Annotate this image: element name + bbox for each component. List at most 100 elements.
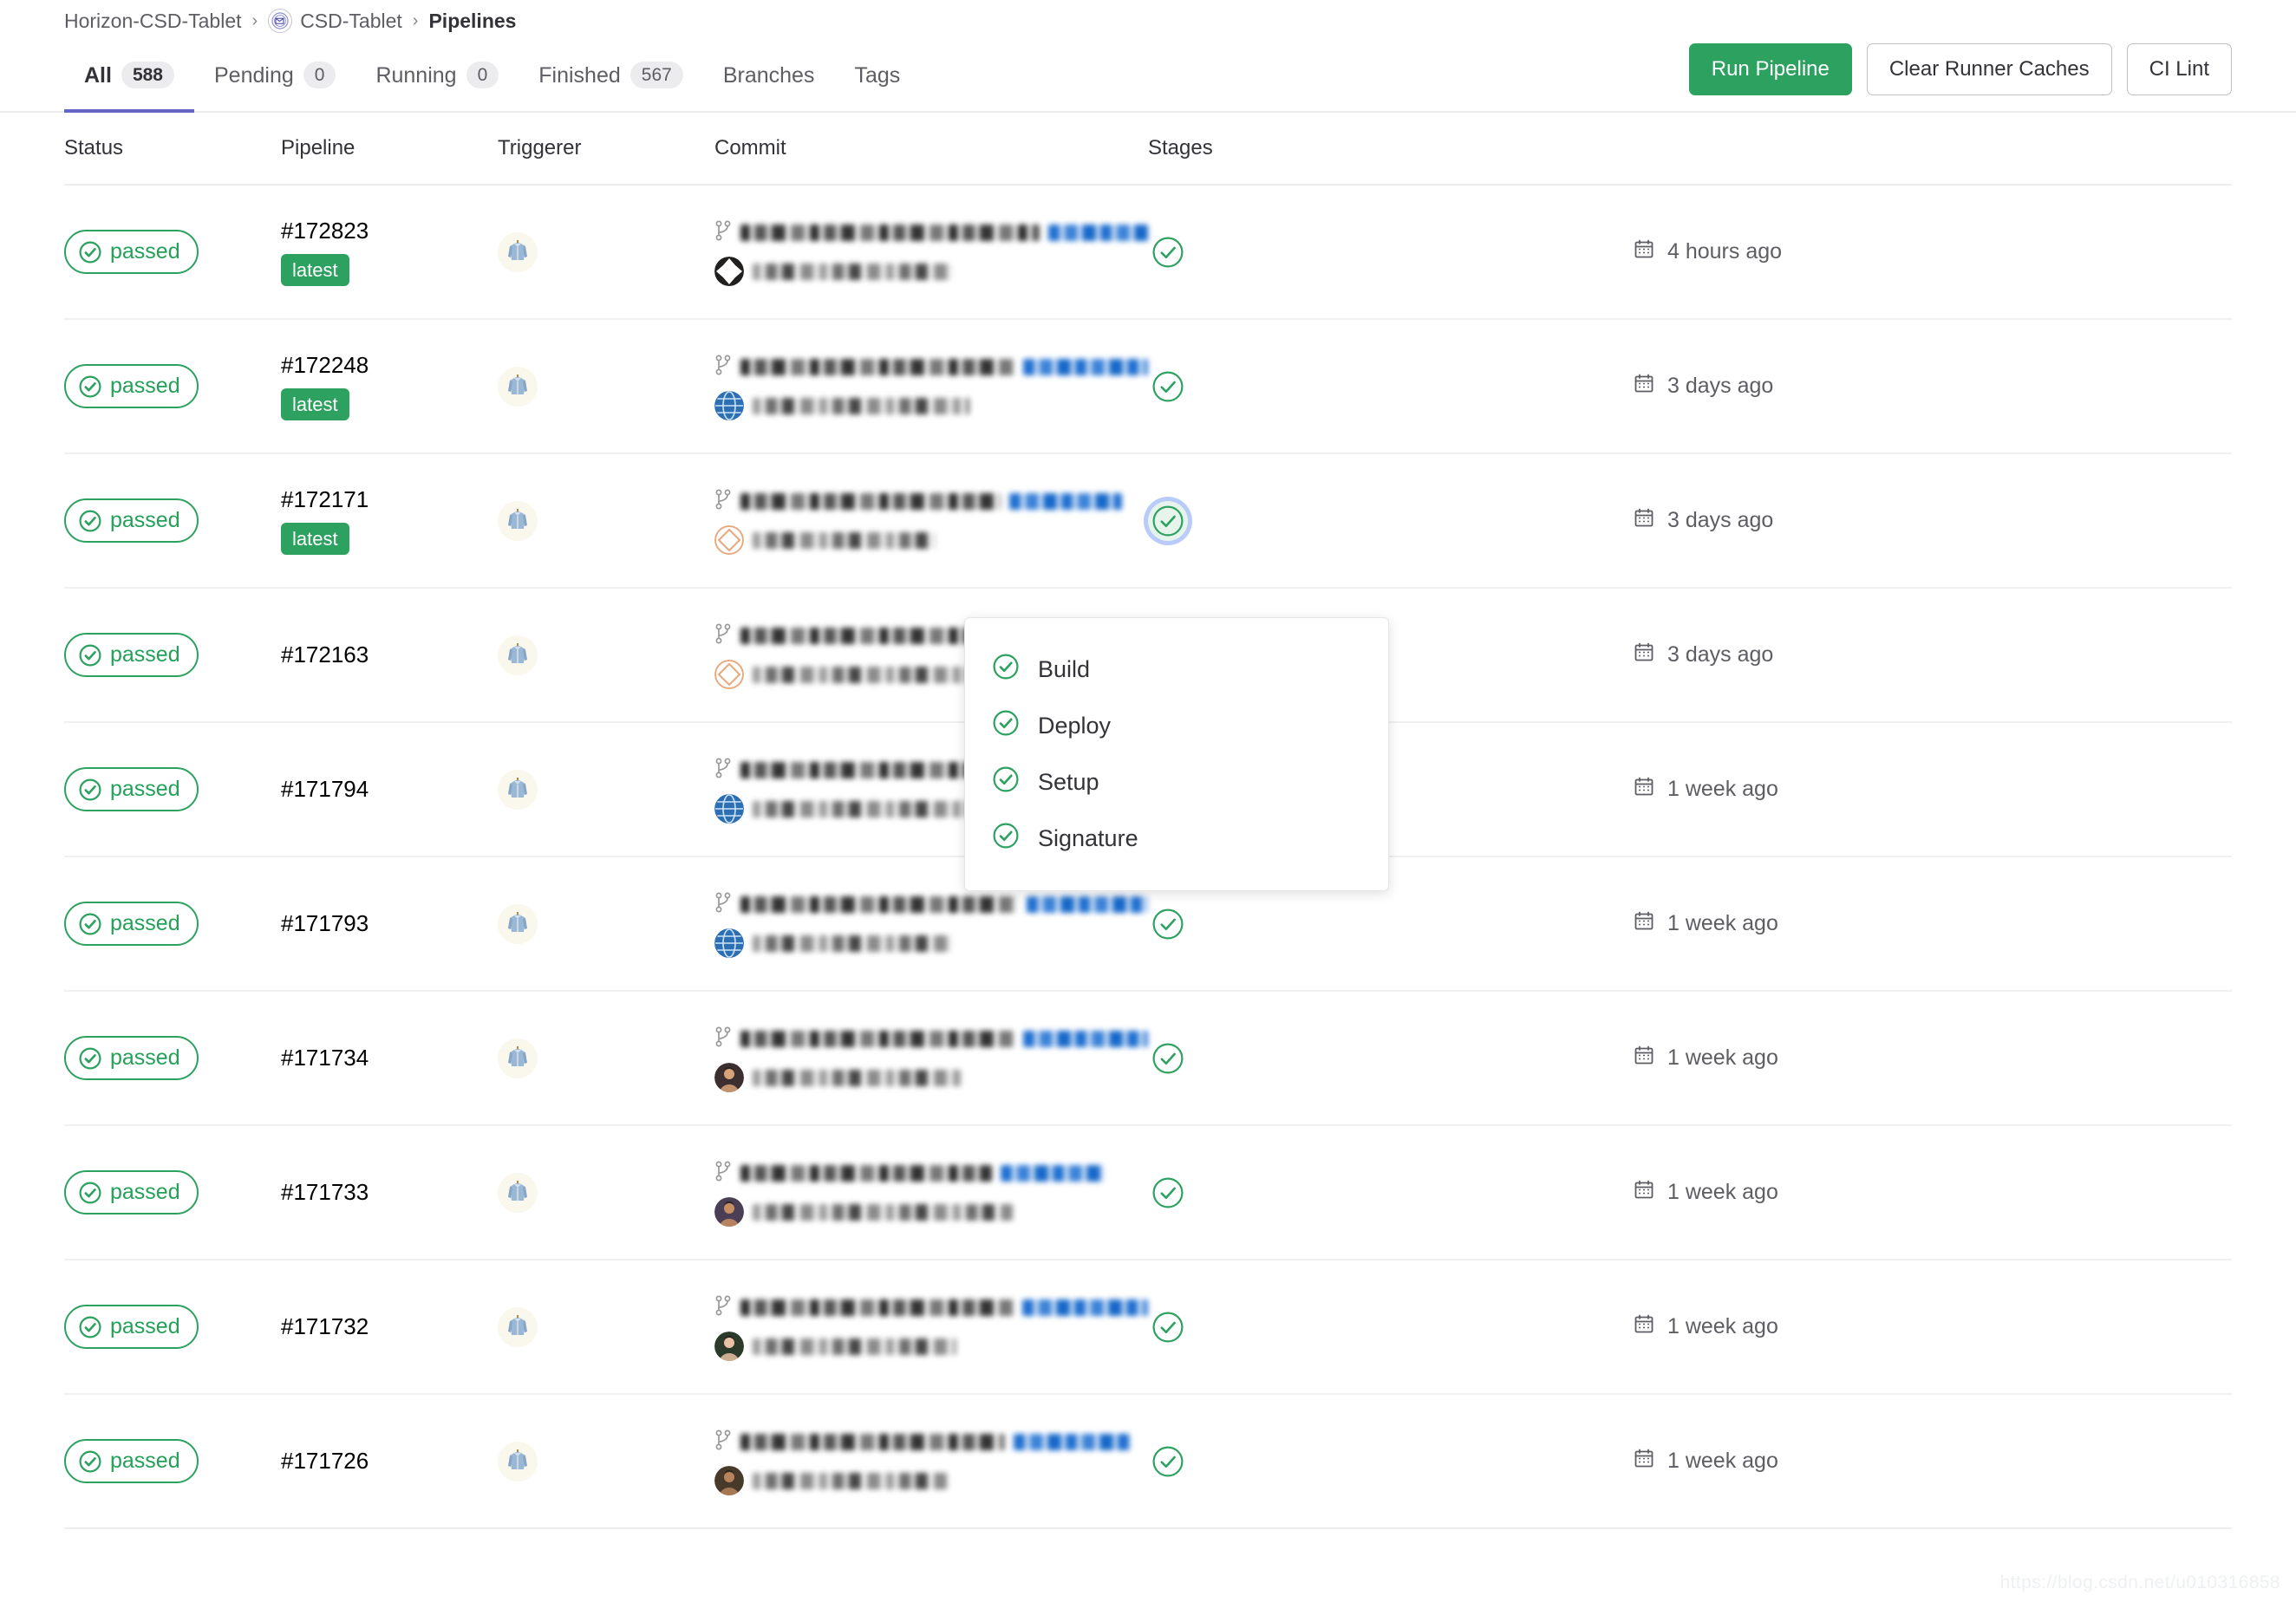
triggerer-avatar[interactable] — [498, 635, 538, 675]
commit-branch-name-redacted[interactable] — [740, 225, 1040, 241]
triggerer-avatar[interactable] — [498, 367, 538, 407]
clear-runner-caches-button[interactable]: Clear Runner Caches — [1867, 43, 2112, 95]
commit-author-avatar[interactable] — [714, 1197, 744, 1227]
table-row[interactable]: passed#1717341 week ago — [64, 992, 2232, 1126]
commit-author-avatar[interactable] — [714, 1332, 744, 1361]
timestamp-cell: 1 week ago — [1634, 1313, 2232, 1340]
commit-message-redacted[interactable] — [753, 264, 952, 280]
triggerer-avatar[interactable] — [498, 232, 538, 272]
calendar-icon — [1634, 373, 1654, 400]
commit-message-redacted[interactable] — [753, 935, 952, 952]
pipeline-id-link[interactable]: #172171 — [281, 486, 498, 513]
commit-message-redacted[interactable] — [753, 1338, 956, 1355]
status-badge[interactable]: passed — [64, 498, 199, 543]
stage-status-icon[interactable] — [1148, 367, 1188, 407]
commit-sha-redacted[interactable] — [1023, 1031, 1148, 1047]
commit-branch-name-redacted[interactable] — [740, 628, 988, 644]
table-row[interactable]: passed#1717261 week ago — [64, 1395, 2232, 1529]
pipeline-id-link[interactable]: #171733 — [281, 1179, 498, 1206]
status-badge[interactable]: passed — [64, 1305, 199, 1349]
commit-author-avatar[interactable] — [714, 391, 744, 420]
triggerer-avatar[interactable] — [498, 1173, 538, 1213]
pipeline-id-link[interactable]: #171726 — [281, 1448, 498, 1475]
pipeline-id-link[interactable]: #171732 — [281, 1313, 498, 1340]
tab-running[interactable]: Running0 — [355, 42, 519, 111]
pipeline-id-link[interactable]: #172248 — [281, 352, 498, 379]
commit-message-line — [714, 1332, 1148, 1361]
triggerer-avatar[interactable] — [498, 904, 538, 944]
ci-lint-button[interactable]: CI Lint — [2127, 43, 2232, 95]
stage-menu-item-build[interactable]: Build — [965, 641, 1388, 698]
commit-message-redacted[interactable] — [753, 1070, 961, 1086]
commit-branch-name-redacted[interactable] — [740, 1434, 1005, 1450]
tab-pending[interactable]: Pending0 — [194, 42, 355, 111]
triggerer-avatar[interactable] — [498, 1442, 538, 1482]
stage-menu-item-signature[interactable]: Signature — [965, 811, 1388, 867]
pipeline-id-link[interactable]: #172823 — [281, 218, 498, 244]
pipeline-id-link[interactable]: #171793 — [281, 910, 498, 937]
stage-menu-item-setup[interactable]: Setup — [965, 754, 1388, 811]
commit-branch-name-redacted[interactable] — [740, 1299, 1014, 1316]
tab-finished[interactable]: Finished567 — [519, 42, 703, 111]
stage-status-icon[interactable] — [1148, 1173, 1188, 1213]
pipeline-id-link[interactable]: #171734 — [281, 1045, 498, 1071]
status-badge[interactable]: passed — [64, 633, 199, 677]
commit-sha-redacted[interactable] — [1027, 896, 1148, 913]
status-badge[interactable]: passed — [64, 364, 199, 408]
commit-message-redacted[interactable] — [753, 1204, 1013, 1221]
commit-author-avatar[interactable] — [714, 257, 744, 286]
stage-menu-item-label: Build — [1038, 656, 1090, 683]
commit-sha-redacted[interactable] — [1014, 1434, 1131, 1450]
table-row[interactable]: passed #171732 1 week ago — [64, 1260, 2232, 1395]
commit-sha-redacted[interactable] — [1001, 1165, 1105, 1182]
tab-branches[interactable]: Branches — [703, 42, 835, 111]
commit-author-avatar[interactable] — [714, 660, 744, 689]
commit-branch-name-redacted[interactable] — [740, 359, 1014, 375]
commit-branch-name-redacted[interactable] — [740, 493, 1001, 510]
commit-sha-redacted[interactable] — [1023, 359, 1148, 375]
commit-branch-name-redacted[interactable] — [740, 896, 1018, 913]
status-badge[interactable]: passed — [64, 902, 199, 946]
commit-sha-redacted[interactable] — [1009, 493, 1122, 510]
triggerer-avatar[interactable] — [498, 1307, 538, 1347]
commit-message-redacted[interactable] — [753, 398, 969, 414]
status-badge[interactable]: passed — [64, 1170, 199, 1215]
commit-branch-name-redacted[interactable] — [740, 1165, 992, 1182]
commit-message-redacted[interactable] — [753, 532, 935, 549]
commit-author-avatar[interactable] — [714, 525, 744, 555]
commit-branch-name-redacted[interactable] — [740, 1031, 1014, 1047]
triggerer-avatar[interactable] — [498, 770, 538, 810]
commit-author-avatar[interactable] — [714, 794, 744, 824]
stages-dropdown-menu: Build DeploySetupSignature — [964, 617, 1389, 891]
commit-sha-redacted[interactable] — [1048, 225, 1148, 241]
status-badge[interactable]: passed — [64, 767, 199, 811]
pipeline-id-link[interactable]: #172163 — [281, 641, 498, 668]
status-badge[interactable]: passed — [64, 1036, 199, 1080]
commit-author-avatar[interactable] — [714, 1466, 744, 1495]
stage-status-icon[interactable] — [1148, 1039, 1188, 1078]
tab-tags[interactable]: Tags — [834, 42, 920, 111]
tab-all[interactable]: All588 — [64, 42, 194, 111]
table-row[interactable]: passed#1717331 week ago — [64, 1126, 2232, 1260]
stage-menu-item-deploy[interactable]: Deploy — [965, 698, 1388, 754]
stage-status-icon[interactable] — [1148, 501, 1188, 541]
run-pipeline-button[interactable]: Run Pipeline — [1689, 43, 1852, 95]
breadcrumb-group[interactable]: Horizon-CSD-Tablet — [64, 10, 242, 33]
triggerer-avatar[interactable] — [498, 501, 538, 541]
stage-status-icon[interactable] — [1148, 232, 1188, 272]
stage-status-icon[interactable] — [1148, 1307, 1188, 1347]
commit-author-avatar[interactable] — [714, 1063, 744, 1092]
table-row[interactable]: passed#172248latest3 days ago — [64, 320, 2232, 454]
status-badge[interactable]: passed — [64, 1439, 199, 1483]
table-row[interactable]: passed#172823latest4 hours ago — [64, 186, 2232, 320]
commit-sha-redacted[interactable] — [1022, 1299, 1148, 1316]
stage-status-icon[interactable] — [1148, 904, 1188, 944]
table-row[interactable]: passed#172171latest3 days ago — [64, 454, 2232, 589]
stage-status-icon[interactable] — [1148, 1442, 1188, 1482]
pipeline-id-link[interactable]: #171794 — [281, 776, 498, 803]
triggerer-avatar[interactable] — [498, 1039, 538, 1078]
commit-message-redacted[interactable] — [753, 1473, 948, 1489]
status-badge[interactable]: passed — [64, 230, 199, 274]
commit-author-avatar[interactable] — [714, 928, 744, 958]
breadcrumb-project[interactable]: CSD-Tablet — [300, 10, 402, 33]
